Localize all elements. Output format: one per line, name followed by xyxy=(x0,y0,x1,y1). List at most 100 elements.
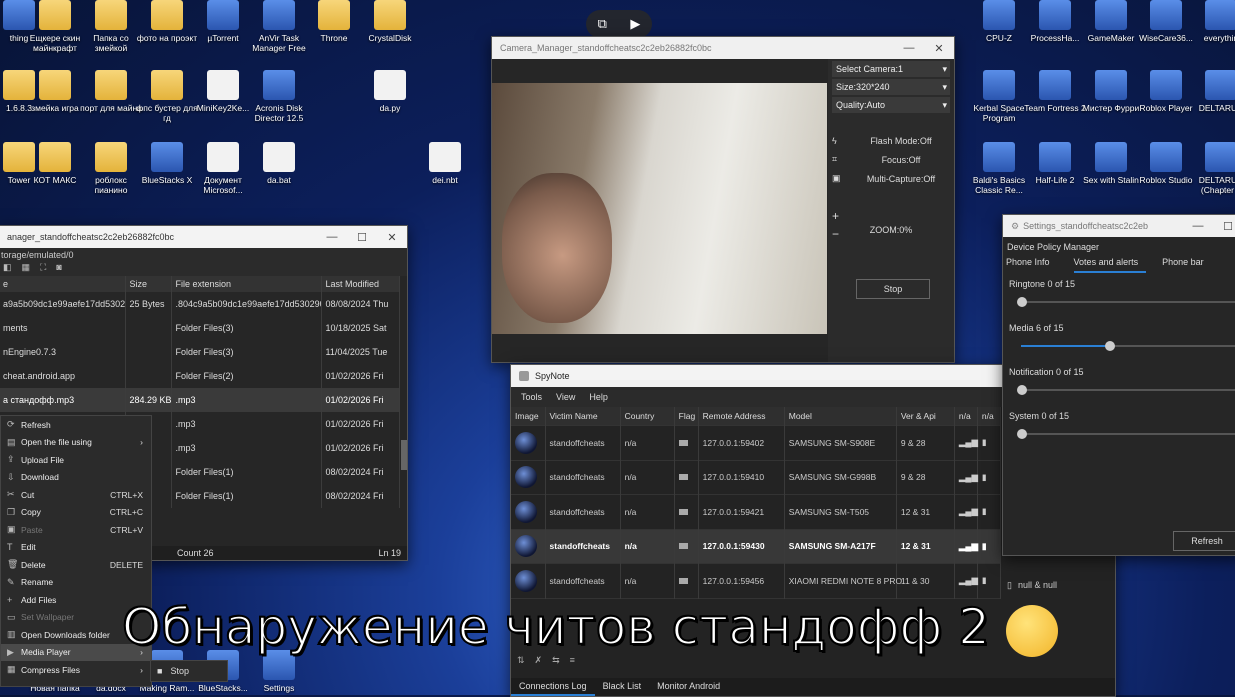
pip-icon[interactable]: ⧉ xyxy=(598,16,607,32)
desktop-icon[interactable]: DELTARUN xyxy=(1190,70,1235,113)
tab-phone-info[interactable]: Phone Info xyxy=(1006,257,1058,273)
menu-item[interactable]: ⇩ Download xyxy=(1,469,151,487)
column-header[interactable]: Image xyxy=(511,407,546,426)
menu-item[interactable]: ✎ Rename xyxy=(1,574,151,592)
table-row[interactable]: cheat.android.app Folder Files(2) 01/02/20… xyxy=(0,364,400,388)
desktop-icon[interactable]: da.bat xyxy=(248,142,310,185)
slider-thumb[interactable] xyxy=(1105,341,1115,351)
menu-item[interactable]: ❐ Copy CTRL+C xyxy=(1,504,151,522)
tool-icon[interactable]: ⇆ xyxy=(552,655,560,671)
column-header[interactable]: Ver & Api xyxy=(896,407,955,426)
desktop-icon[interactable]: Roblox Player xyxy=(1135,70,1197,113)
desktop-icon[interactable]: Baldi's Basics Classic Re... xyxy=(968,142,1030,195)
desktop-icon[interactable]: Папка со змейкой xyxy=(80,0,142,53)
table-row[interactable]: nEngine0.7.3 Folder Files(3) 11/04/2025 Tu… xyxy=(0,340,400,364)
maximize-icon[interactable]: ☐ xyxy=(1213,220,1235,233)
focus-icon[interactable]: ⌗ xyxy=(828,154,848,165)
victim-row[interactable]: standoffcheats n/a 127.0.0.1:59456 XIAOMI R… xyxy=(511,563,1002,598)
desktop-icon[interactable]: змейка игра xyxy=(24,70,86,113)
desktop-icon[interactable]: порт для майна xyxy=(80,70,142,113)
column-header[interactable]: e xyxy=(0,276,126,292)
desktop-icon[interactable]: CrystalDisk xyxy=(359,0,421,43)
size-dropdown[interactable]: Size:320*240 ▾ xyxy=(832,79,950,95)
desktop-icon[interactable]: MiniKey2Ke... xyxy=(192,70,254,113)
scrollbar[interactable] xyxy=(401,440,407,470)
desktop-icon[interactable]: AnVir Task Manager Free xyxy=(248,0,310,53)
column-header[interactable]: Victim Name xyxy=(545,407,621,426)
desktop-icon[interactable]: Документ Microsof... xyxy=(192,142,254,195)
column-header[interactable]: Country xyxy=(620,407,675,426)
desktop-icon[interactable]: Kerbal Space Program xyxy=(968,70,1030,123)
column-header[interactable]: File extension xyxy=(171,276,322,292)
column-header[interactable]: Size xyxy=(125,276,172,292)
close-icon[interactable]: ✕ xyxy=(377,231,407,244)
minimize-icon[interactable]: — xyxy=(1183,220,1213,233)
slider-thumb[interactable] xyxy=(1017,385,1027,395)
desktop-icon[interactable]: Roblox Studio xyxy=(1135,142,1197,185)
menu-item[interactable]: ⇪ Upload File xyxy=(1,451,151,469)
table-row[interactable]: а стандофф.mp3 284.29 KB .mp3 01/02/2026 Fr… xyxy=(0,388,400,412)
maximize-icon[interactable]: ☐ xyxy=(347,231,377,244)
column-header[interactable]: n/a xyxy=(954,407,978,426)
slider-track[interactable] xyxy=(1021,433,1235,435)
desktop-icon[interactable]: Ещкере скин майнкрафт xyxy=(24,0,86,53)
tool-icon[interactable]: ✗ xyxy=(535,655,543,671)
tab-black-list[interactable]: Black List xyxy=(595,678,650,696)
desktop-icon[interactable]: Throne xyxy=(303,0,365,43)
slider-track[interactable] xyxy=(1021,389,1235,391)
desktop-icon[interactable]: everythin xyxy=(1190,0,1235,43)
desktop-icon[interactable]: µTorrent xyxy=(192,0,254,43)
desktop-icon[interactable]: da.py xyxy=(359,70,421,113)
menu-item[interactable]: ▣ Paste CTRL+V xyxy=(1,521,151,539)
camera-icon[interactable]: ◙ xyxy=(56,262,61,276)
multi-capture-icon[interactable]: ▣ xyxy=(828,173,848,184)
desktop-icon[interactable]: фпс бустер для гд xyxy=(136,70,198,123)
victim-row[interactable]: standoffcheats n/a 127.0.0.1:59421 SAMSUNG … xyxy=(511,494,1002,529)
tool-icon[interactable]: ≡ xyxy=(570,655,575,671)
menu-item[interactable]: T Edit xyxy=(1,539,151,557)
back-icon[interactable]: ◧ xyxy=(3,262,12,276)
zoom-in-button[interactable]: + xyxy=(832,209,839,223)
menu-item[interactable]: ⟳ Refresh xyxy=(1,416,151,434)
stop-button[interactable]: Stop xyxy=(856,279,930,299)
close-icon[interactable]: ✕ xyxy=(924,42,954,55)
minimize-icon[interactable]: — xyxy=(317,231,347,244)
menu-help[interactable]: Help xyxy=(589,392,608,402)
desktop-icon[interactable]: Team Fortress 2 xyxy=(1024,70,1086,113)
victim-row[interactable]: standoffcheats n/a 127.0.0.1:59430 SAMSUNG … xyxy=(511,529,1002,564)
desktop-icon[interactable]: Sex with Stalin xyxy=(1080,142,1142,185)
slider-track[interactable] xyxy=(1021,301,1235,303)
slider-thumb[interactable] xyxy=(1017,429,1027,439)
tool-icon[interactable]: ⇅ xyxy=(517,655,525,671)
quality-dropdown[interactable]: Quality:Auto ▾ xyxy=(832,97,950,113)
desktop-icon[interactable]: КОТ МАКС xyxy=(24,142,86,185)
menu-item[interactable]: 🗑 Delete DELETE xyxy=(1,556,151,574)
desktop-icon[interactable]: GameMaker xyxy=(1080,0,1142,43)
column-header[interactable]: Model xyxy=(784,407,897,426)
table-row[interactable]: ments Folder Files(3) 10/18/2025 Sat xyxy=(0,316,400,340)
tab-connections-log[interactable]: Connections Log xyxy=(511,678,595,696)
column-header[interactable]: Remote Address xyxy=(698,407,785,426)
desktop-icon[interactable]: роблокс пианино xyxy=(80,142,142,195)
table-row[interactable]: a9a5b09dc1e99aefe17dd530290c325 Bytes.80… xyxy=(0,292,400,316)
desktop-icon[interactable]: Мистер Фурри xyxy=(1080,70,1142,113)
submenu-stop[interactable]: Stop xyxy=(170,666,189,676)
menu-item[interactable]: ▦ Compress Files › xyxy=(1,661,151,679)
menu-item[interactable]: ✂ Cut CTRL+X xyxy=(1,486,151,504)
slider-thumb[interactable] xyxy=(1017,297,1027,307)
tab-votes-and-alerts[interactable]: Votes and alerts xyxy=(1073,257,1147,273)
victim-row[interactable]: standoffcheats n/a 127.0.0.1:59410 SAMSUNG … xyxy=(511,460,1002,495)
tab-phone-bar[interactable]: Phone bar xyxy=(1162,257,1212,273)
expand-icon[interactable]: ⛶ xyxy=(40,262,46,276)
menu-item[interactable]: ▤ Open the file using › xyxy=(1,434,151,452)
menu-tools[interactable]: Tools xyxy=(521,392,542,402)
flash-icon[interactable]: ϟ xyxy=(828,136,848,146)
column-header[interactable]: n/a xyxy=(977,407,1002,426)
desktop-icon[interactable]: BlueStacks X xyxy=(136,142,198,185)
desktop-icon[interactable]: Acronis Disk Director 12.5 xyxy=(248,70,310,123)
desktop-icon[interactable]: WiseCare36... xyxy=(1135,0,1197,43)
column-header[interactable]: Last Modified xyxy=(321,276,400,292)
play-icon[interactable]: ▶ xyxy=(630,16,640,32)
desktop-icon[interactable]: ProcessHa... xyxy=(1024,0,1086,43)
desktop-icon[interactable]: DELTARUN (Chapter 1 xyxy=(1190,142,1235,195)
